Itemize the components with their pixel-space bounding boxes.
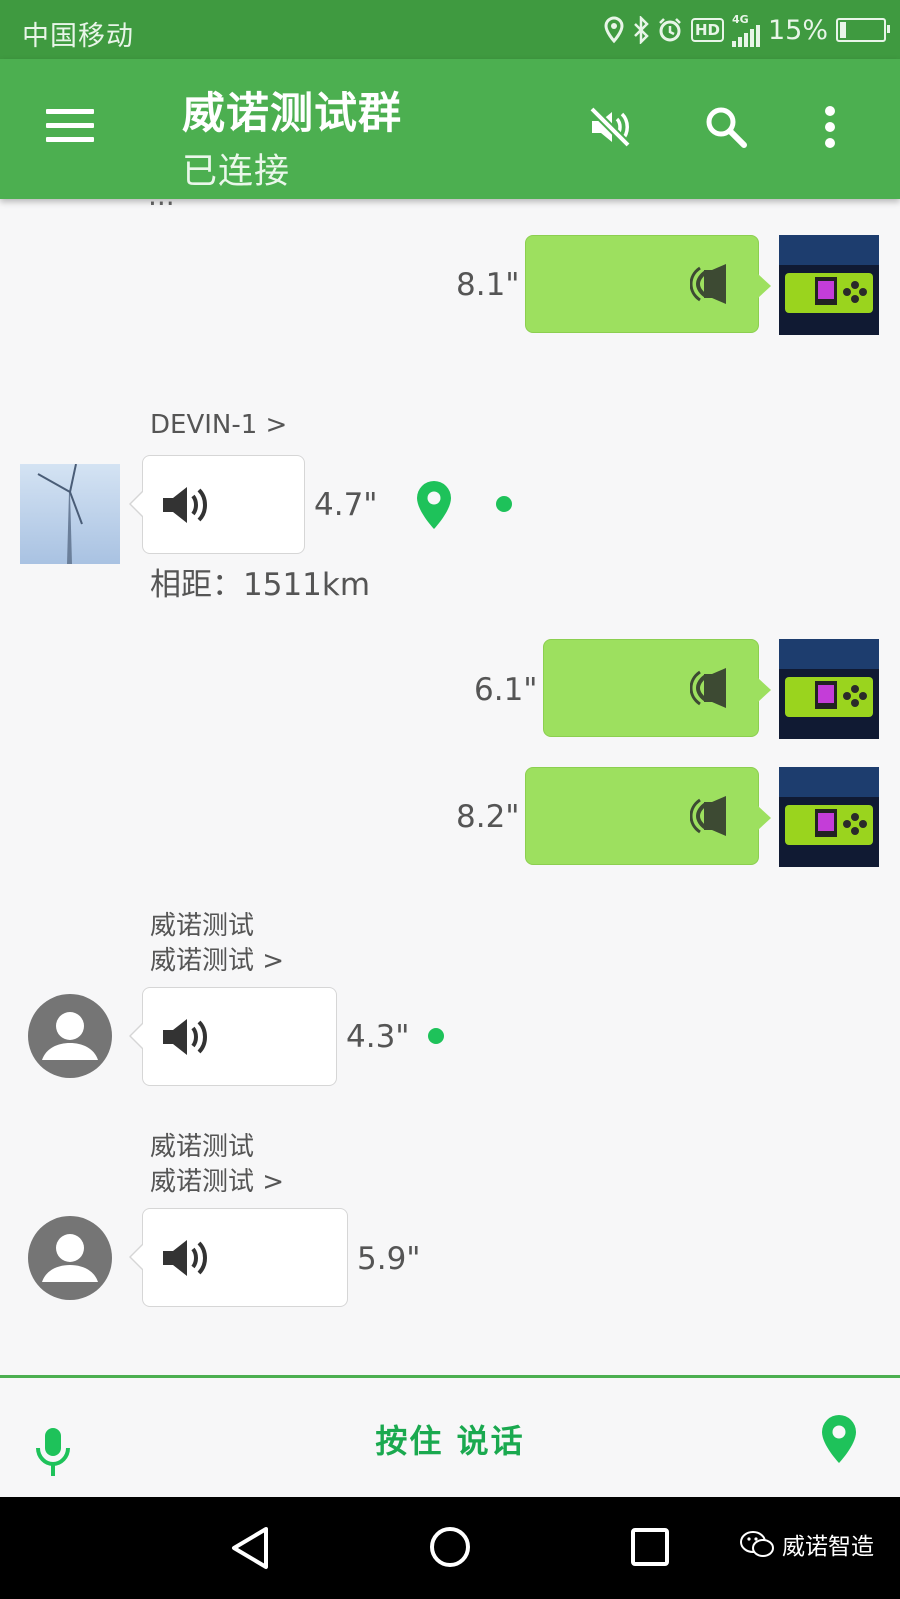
location-pin-icon[interactable] [820,1414,858,1464]
voice-duration: 4.3" [346,1019,410,1055]
voice-duration: 8.2" [456,799,520,835]
hd-badge: HD [690,18,724,42]
device-avatar[interactable] [779,235,879,335]
watermark: 威诺智造 [740,1527,874,1561]
voice-duration: 4.7" [314,487,378,523]
location-pin-icon[interactable] [415,480,453,530]
distance-label: 相距：1511km [150,567,371,603]
voice-duration: 8.1" [456,267,520,303]
voice-bubble[interactable] [525,767,771,865]
voice-bubble[interactable] [525,235,771,333]
signal-icon: 4G [731,12,760,47]
system-nav-bar: 威诺智造 [0,1497,900,1599]
sender-name[interactable]: DEVIN-1 > [150,408,287,443]
app-bar: 威诺测试群 已连接 [0,59,900,199]
search-icon[interactable] [700,101,752,153]
alarm-icon [657,17,683,43]
device-avatar[interactable] [779,767,879,867]
avatar-person-icon[interactable] [28,1216,112,1300]
speaker-icon [690,668,726,708]
avatar-person-icon[interactable] [28,994,112,1078]
unread-dot [496,496,512,512]
sender-device[interactable]: 威诺测试 > [150,944,284,979]
status-icons: HD 4G 15% [603,10,890,50]
clipped-text: ... [148,199,175,212]
device-avatar[interactable] [779,639,879,739]
voice-duration: 5.9" [357,1241,421,1277]
speaker-icon [690,264,726,304]
unread-dot [428,1028,444,1044]
battery-percent: 15% [767,14,828,46]
voice-bubble[interactable] [129,987,337,1086]
status-bar: 中国移动 HD 4G 15% [0,0,900,59]
speaker-icon [690,796,726,836]
bluetooth-icon [633,16,649,44]
chat-list[interactable]: ... 8.1" DEVIN-1 > 4.7" 相距：1511km 6.1" [0,199,900,1375]
wechat-icon [740,1531,774,1557]
voice-duration: 6.1" [474,672,538,708]
carrier-name: 中国移动 [22,21,134,52]
watermark-text: 威诺智造 [782,1534,874,1560]
network-type: 4G [731,12,749,26]
connection-status: 已连接 [182,152,291,192]
voice-bubble[interactable] [129,1208,348,1307]
input-bar: 按住 说话 [0,1375,900,1500]
voice-bubble[interactable] [543,639,771,737]
menu-icon[interactable] [46,109,94,145]
voice-bubble[interactable] [129,455,305,554]
back-triangle-icon[interactable] [228,1525,272,1571]
sender-device[interactable]: 威诺测试 > [150,1165,284,1200]
speaker-icon [163,1019,207,1055]
location-icon [603,16,625,44]
speaker-icon [163,1240,207,1276]
sender-name: 威诺测试 [150,911,255,941]
recents-square-icon[interactable] [628,1525,672,1569]
speaker-icon [163,487,207,523]
sender-avatar[interactable] [20,464,120,564]
push-to-talk-button[interactable]: 按住 说话 [0,1416,900,1462]
mute-icon[interactable] [584,101,636,153]
sender-name: 威诺测试 [150,1132,255,1162]
more-vert-icon[interactable] [818,101,842,153]
group-title: 威诺测试群 [182,89,402,139]
home-circle-icon[interactable] [428,1525,472,1569]
battery-icon [836,18,890,42]
